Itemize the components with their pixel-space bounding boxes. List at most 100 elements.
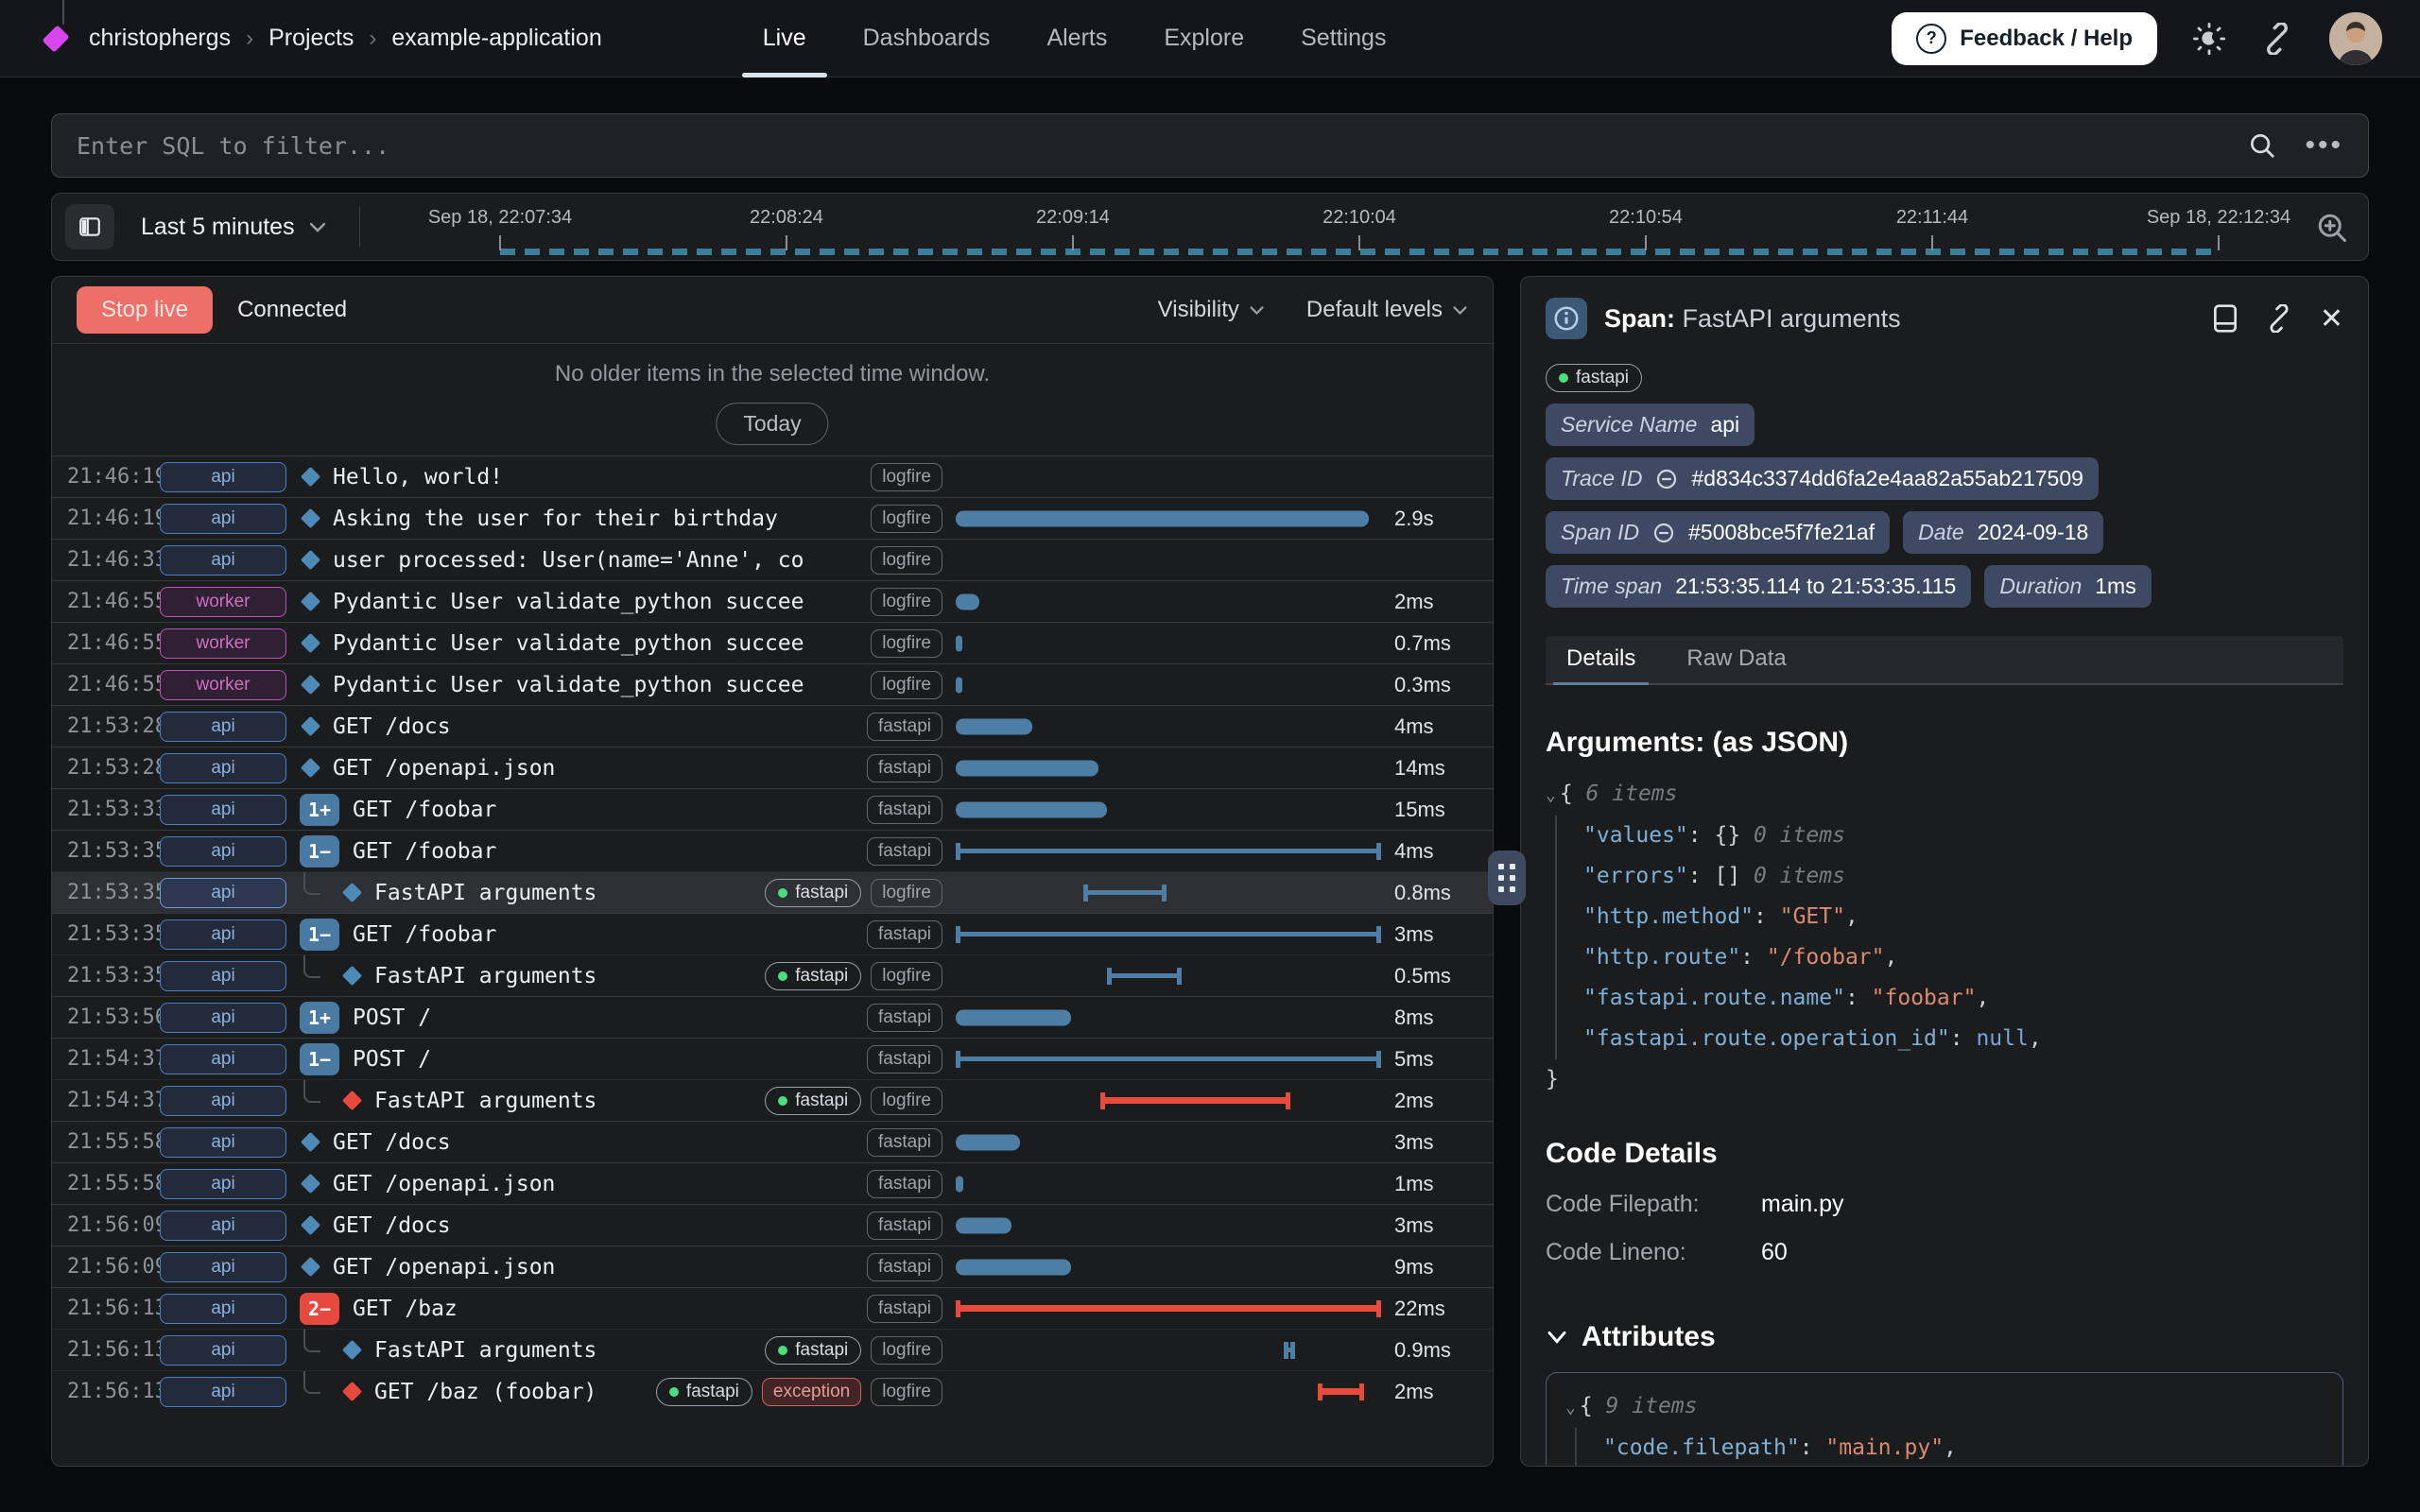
nav-tab-settings[interactable]: Settings	[1272, 0, 1414, 77]
close-icon[interactable]: ✕	[2320, 302, 2343, 335]
service-tag-worker[interactable]: worker	[160, 670, 286, 700]
log-row[interactable]: 21:54:37apiFastAPI argumentsfastapilogfi…	[52, 1079, 1493, 1121]
fastapi-tag-pill[interactable]: fastapi	[765, 962, 861, 990]
open-drawer-icon[interactable]	[2212, 303, 2238, 334]
scope-chip-fastapi[interactable]: fastapi	[867, 1045, 942, 1074]
service-tag-api[interactable]: api	[160, 1377, 286, 1407]
sidebar-toggle-button[interactable]	[65, 204, 114, 249]
nav-tab-dashboards[interactable]: Dashboards	[835, 0, 1019, 77]
scope-chip-logfire[interactable]: logfire	[871, 671, 942, 699]
log-row[interactable]: 21:56:09apiGET /docsfastapi3ms	[52, 1204, 1493, 1246]
service-tag-api[interactable]: api	[160, 1335, 286, 1366]
time-range-select[interactable]: Last 5 minutes	[141, 214, 327, 241]
breadcrumb-projects[interactable]: Projects	[268, 25, 354, 52]
attributes-heading[interactable]: Attributes	[1546, 1321, 2343, 1353]
log-row[interactable]: 21:56:13apiFastAPI argumentsfastapilogfi…	[52, 1329, 1493, 1370]
service-tag-api[interactable]: api	[160, 1294, 286, 1324]
nav-tab-alerts[interactable]: Alerts	[1018, 0, 1135, 77]
service-tag-api[interactable]: api	[160, 961, 286, 991]
log-row[interactable]: 21:54:37api1−POST /fastapi5ms	[52, 1038, 1493, 1079]
fastapi-tag-pill[interactable]: fastapi	[765, 879, 861, 907]
trace-id-chip[interactable]: Trace ID #d834c3374dd6fa2e4aa82a55ab2175…	[1546, 457, 2099, 500]
service-tag-api[interactable]: api	[160, 1252, 286, 1282]
children-count-badge[interactable]: 1−	[300, 1043, 339, 1075]
log-row[interactable]: 21:46:19apiAsking the user for their bir…	[52, 497, 1493, 539]
logfire-logo-icon[interactable]	[42, 25, 69, 52]
scope-chip-logfire[interactable]: logfire	[871, 505, 942, 533]
breadcrumb-org[interactable]: christophergs	[89, 25, 231, 52]
log-row[interactable]: 21:53:35apiFastAPI argumentsfastapilogfi…	[52, 954, 1493, 996]
service-tag-api[interactable]: api	[160, 1211, 286, 1241]
stop-live-button[interactable]: Stop live	[77, 286, 213, 334]
service-tag-api[interactable]: api	[160, 919, 286, 950]
scope-chip-fastapi[interactable]: fastapi	[867, 754, 942, 782]
log-row[interactable]: 21:53:28apiGET /openapi.jsonfastapi14ms	[52, 747, 1493, 788]
fastapi-tag-pill[interactable]: fastapi	[765, 1087, 861, 1115]
more-options-icon[interactable]: •••	[2305, 129, 2343, 162]
children-count-badge[interactable]: 1−	[300, 919, 339, 951]
span-id-chip[interactable]: Span ID #5008bce5f7fe21af	[1546, 511, 1890, 554]
scope-chip-fastapi[interactable]: fastapi	[867, 713, 942, 741]
feedback-help-button[interactable]: ? Feedback / Help	[1892, 12, 2157, 65]
log-row[interactable]: 21:56:13apiGET /baz (foobar)fastapiexcep…	[52, 1370, 1493, 1412]
log-row[interactable]: 21:46:55workerPydantic User validate_pyt…	[52, 663, 1493, 705]
scope-chip-fastapi[interactable]: fastapi	[867, 1211, 942, 1240]
scope-chip-fastapi[interactable]: fastapi	[867, 1170, 942, 1198]
service-tag-worker[interactable]: worker	[160, 587, 286, 617]
scope-chip-fastapi[interactable]: fastapi	[867, 837, 942, 866]
user-avatar[interactable]	[2329, 12, 2382, 65]
service-tag-api[interactable]: api	[160, 712, 286, 742]
today-button[interactable]: Today	[716, 403, 828, 445]
scope-chip-logfire[interactable]: logfire	[871, 463, 942, 491]
service-tag-api[interactable]: api	[160, 504, 286, 534]
log-row[interactable]: 21:53:56api1+POST /fastapi8ms	[52, 996, 1493, 1038]
log-row[interactable]: 21:53:33api1+GET /foobarfastapi15ms	[52, 788, 1493, 830]
log-row[interactable]: 21:46:55workerPydantic User validate_pyt…	[52, 580, 1493, 622]
visibility-dropdown[interactable]: Visibility	[1158, 297, 1265, 323]
fastapi-tag-pill[interactable]: fastapi	[765, 1336, 861, 1365]
scope-chip-fastapi[interactable]: fastapi	[867, 1004, 942, 1032]
log-row[interactable]: 21:55:58apiGET /docsfastapi3ms	[52, 1121, 1493, 1162]
copy-link-icon[interactable]	[2265, 304, 2293, 333]
nav-tab-live[interactable]: Live	[735, 0, 835, 77]
service-tag-api[interactable]: api	[160, 1086, 286, 1116]
scope-chip-logfire[interactable]: logfire	[871, 629, 942, 658]
children-count-badge[interactable]: 1+	[300, 794, 339, 826]
sql-filter-input[interactable]: Enter SQL to filter...	[77, 132, 2248, 160]
scope-chip-fastapi[interactable]: fastapi	[867, 920, 942, 949]
service-tag-api[interactable]: api	[160, 1169, 286, 1199]
log-row[interactable]: 21:53:28apiGET /docsfastapi4ms	[52, 705, 1493, 747]
scope-chip-logfire[interactable]: logfire	[871, 1378, 942, 1406]
scope-chip-fastapi[interactable]: fastapi	[867, 796, 942, 824]
log-row[interactable]: 21:55:58apiGET /openapi.jsonfastapi1ms	[52, 1162, 1493, 1204]
scope-chip-exception[interactable]: exception	[762, 1378, 861, 1406]
nav-tab-explore[interactable]: Explore	[1135, 0, 1272, 77]
scope-chip-logfire[interactable]: logfire	[871, 1336, 942, 1365]
service-tag-worker[interactable]: worker	[160, 628, 286, 659]
service-tag-api[interactable]: api	[160, 1003, 286, 1033]
service-tag-api[interactable]: api	[160, 545, 286, 576]
scope-chip-logfire[interactable]: logfire	[871, 879, 942, 907]
share-link-icon[interactable]	[2261, 23, 2293, 55]
scope-chip-fastapi[interactable]: fastapi	[867, 1128, 942, 1157]
log-row[interactable]: 21:56:13api2−GET /bazfastapi22ms	[52, 1287, 1493, 1329]
log-row[interactable]: 21:46:55workerPydantic User validate_pyt…	[52, 622, 1493, 663]
search-icon[interactable]	[2248, 131, 2276, 160]
fastapi-tag-pill[interactable]: fastapi	[656, 1378, 752, 1406]
children-count-badge[interactable]: 2−	[300, 1293, 339, 1325]
service-tag-api[interactable]: api	[160, 836, 286, 867]
service-tag-api[interactable]: api	[160, 462, 286, 492]
scope-chip-logfire[interactable]: logfire	[871, 546, 942, 575]
children-count-badge[interactable]: 1−	[300, 835, 339, 868]
theme-toggle-icon[interactable]	[2193, 23, 2225, 55]
timeline-track[interactable]: Sep 18, 22:07:3422:08:2422:09:1422:10:04…	[500, 194, 2219, 262]
default-levels-dropdown[interactable]: Default levels	[1306, 297, 1468, 323]
service-tag-api[interactable]: api	[160, 753, 286, 783]
fastapi-tag-pill[interactable]: fastapi	[1546, 364, 1642, 392]
breadcrumb-project-name[interactable]: example-application	[391, 25, 601, 52]
service-tag-api[interactable]: api	[160, 795, 286, 825]
log-row[interactable]: 21:53:35apiFastAPI argumentsfastapilogfi…	[52, 871, 1493, 913]
log-row[interactable]: 21:53:35api1−GET /foobarfastapi4ms	[52, 830, 1493, 871]
scope-chip-logfire[interactable]: logfire	[871, 1087, 942, 1115]
service-tag-api[interactable]: api	[160, 878, 286, 908]
